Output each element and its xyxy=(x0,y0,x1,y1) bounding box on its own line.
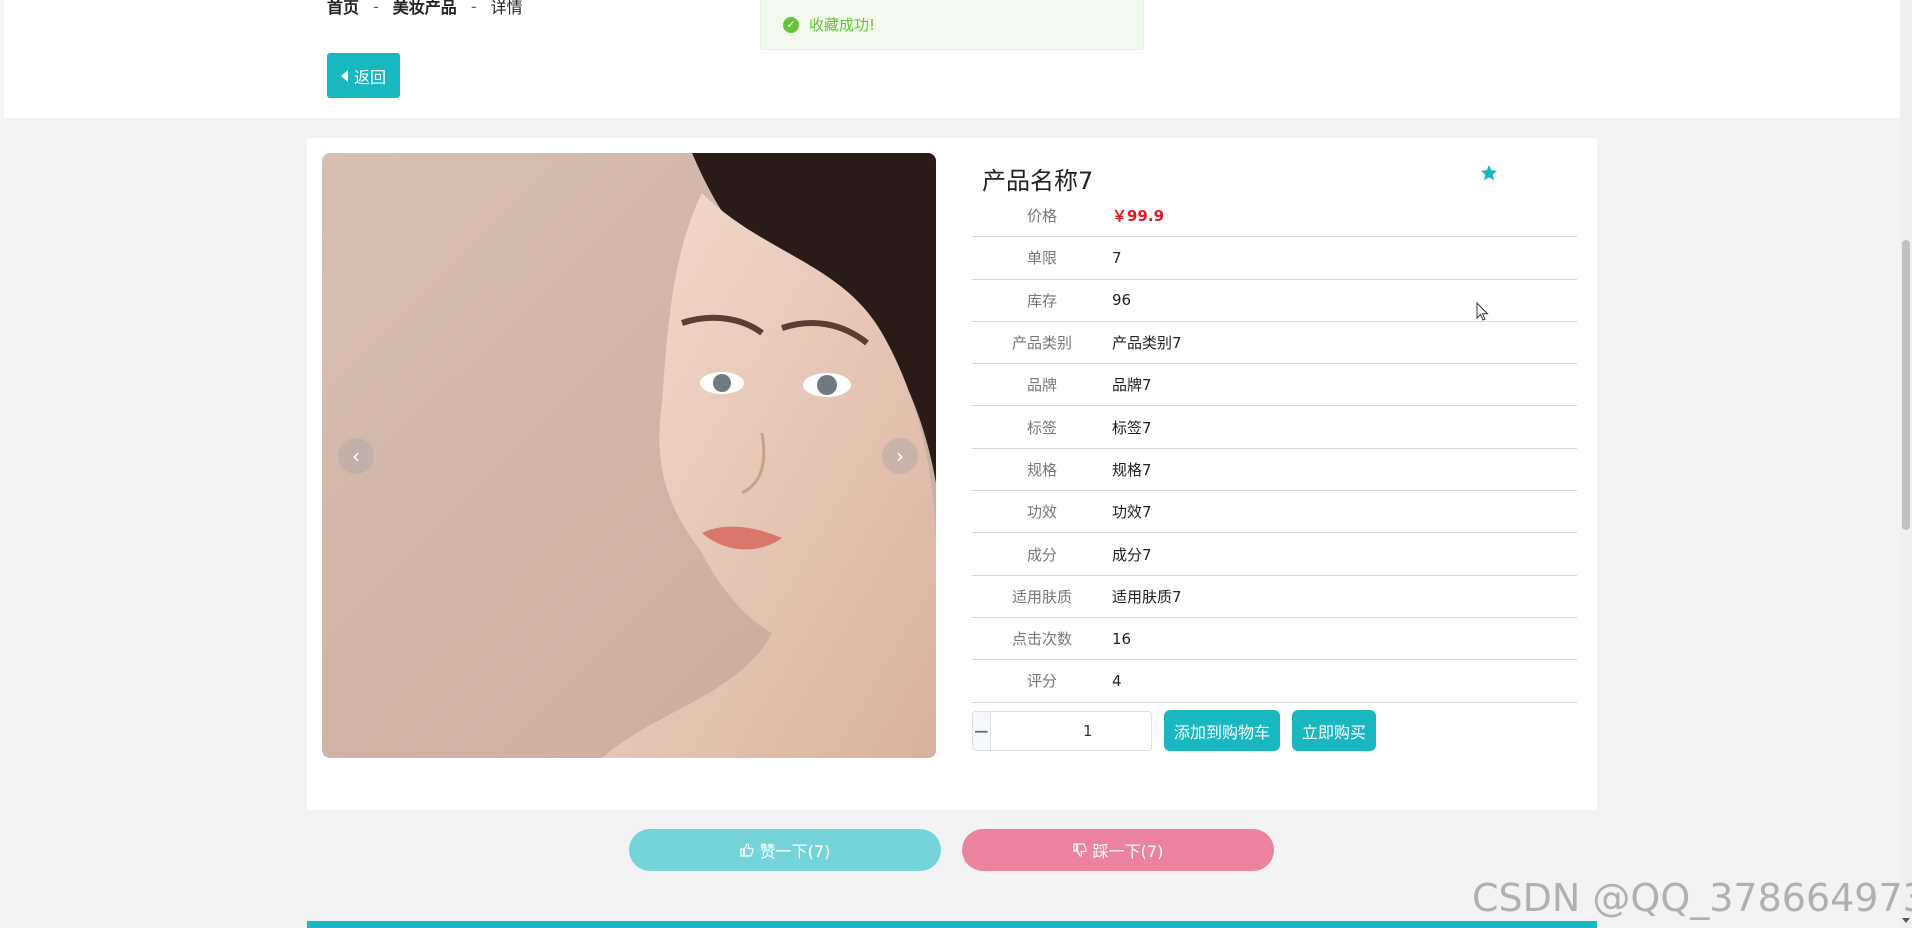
breadcrumb-current: 详情 xyxy=(490,0,523,17)
thumbs-down-icon xyxy=(1073,843,1087,857)
star-favorite-icon[interactable] xyxy=(1479,163,1499,183)
attribute-label: 库存 xyxy=(1026,291,1057,310)
breadcrumb-separator: - xyxy=(470,0,477,16)
breadcrumb-category[interactable]: 美妆产品 xyxy=(393,0,457,18)
section-divider-bar xyxy=(307,921,1597,928)
product-image-carousel[interactable]: ‹ › xyxy=(322,153,936,758)
product-title: 产品名称7 xyxy=(982,167,1094,195)
attribute-value: 4 xyxy=(1112,671,1122,690)
attribute-value: 功效7 xyxy=(1112,503,1152,522)
check-circle-icon: ✓ xyxy=(783,16,799,33)
breadcrumb-separator: - xyxy=(373,0,379,16)
attribute-row: 品牌 品牌7 xyxy=(972,364,1577,407)
breadcrumb: 首页 - 美妆产品 - 详情 xyxy=(327,0,523,18)
back-button[interactable]: 返回 xyxy=(327,53,400,98)
dislike-label: 踩一下(7) xyxy=(1092,842,1164,861)
attribute-row: 功效 功效7 xyxy=(972,491,1577,534)
scrollbar-thumb[interactable] xyxy=(1902,240,1910,530)
attribute-row: 适用肤质 适用肤质7 xyxy=(972,576,1577,618)
attribute-value: 产品类别7 xyxy=(1112,334,1182,353)
attribute-label: 单限 xyxy=(1026,249,1057,268)
product-attributes-table: 价格 ￥99.9 单限 7 库存 96 产品类别 产品类别7 品牌 品牌7 标签… xyxy=(972,195,1577,703)
attribute-row: 价格 ￥99.9 xyxy=(972,195,1577,238)
attribute-row: 单限 7 xyxy=(972,237,1577,280)
attribute-value: 品牌7 xyxy=(1112,376,1152,395)
caret-left-icon xyxy=(340,69,348,82)
attribute-label: 点击次数 xyxy=(1011,630,1072,649)
attribute-value: 成分7 xyxy=(1112,545,1152,564)
attribute-label: 价格 xyxy=(1026,207,1057,226)
thumbs-up-icon xyxy=(740,843,754,857)
like-label: 赞一下(7) xyxy=(759,842,831,861)
success-toast: ✓ 收藏成功! xyxy=(760,0,1144,50)
purchase-controls: − + 添加到购物车 立即购买 xyxy=(972,710,1377,751)
attribute-value: 适用肤质7 xyxy=(1112,587,1182,606)
add-to-cart-button[interactable]: 添加到购物车 xyxy=(1164,710,1281,751)
quantity-stepper: − + xyxy=(972,710,1152,751)
attribute-label: 品牌 xyxy=(1026,376,1057,395)
attribute-value: 规格7 xyxy=(1112,460,1152,479)
carousel-next-button[interactable]: › xyxy=(882,438,918,474)
like-button[interactable]: 赞一下(7) xyxy=(629,829,941,871)
product-detail-card: ‹ › 产品名称7 价格 ￥99.9 单限 7 库存 96 产品类别 产品类别7 xyxy=(307,138,1597,810)
attribute-row: 标签 标签7 xyxy=(972,406,1577,449)
attribute-row: 成分 成分7 xyxy=(972,533,1577,576)
attribute-row: 点击次数 16 xyxy=(972,618,1577,661)
attribute-label: 规格 xyxy=(1026,460,1057,479)
mouse-cursor-icon xyxy=(1476,302,1489,321)
attribute-label: 功效 xyxy=(1026,503,1057,522)
attribute-value: 96 xyxy=(1112,291,1132,310)
watermark: CSDN @QQ_3786649731 xyxy=(1472,876,1912,920)
attribute-value: 7 xyxy=(1112,248,1122,267)
attribute-value: 标签7 xyxy=(1112,418,1152,437)
attribute-label: 产品类别 xyxy=(1011,334,1072,353)
breadcrumb-home[interactable]: 首页 xyxy=(327,0,359,18)
price-value: ￥99.9 xyxy=(1112,207,1165,226)
attribute-label: 标签 xyxy=(1026,418,1057,437)
toast-message: 收藏成功! xyxy=(809,16,876,34)
attribute-row: 产品类别 产品类别7 xyxy=(972,322,1577,365)
attribute-label: 适用肤质 xyxy=(1011,587,1072,606)
quantity-input[interactable] xyxy=(989,711,1151,750)
attribute-label: 成分 xyxy=(1026,545,1057,564)
attribute-row: 评分 4 xyxy=(972,660,1577,703)
dislike-button[interactable]: 踩一下(7) xyxy=(962,829,1274,871)
attribute-label: 评分 xyxy=(1026,672,1057,691)
buy-now-button[interactable]: 立即购买 xyxy=(1292,710,1377,751)
back-button-label: 返回 xyxy=(353,67,386,87)
attribute-value: 16 xyxy=(1112,629,1132,648)
product-image xyxy=(322,153,936,758)
attribute-row: 规格 规格7 xyxy=(972,449,1577,492)
vertical-scrollbar[interactable] xyxy=(1900,0,1912,928)
decrease-button[interactable]: − xyxy=(973,711,990,750)
carousel-prev-button[interactable]: ‹ xyxy=(338,438,374,474)
